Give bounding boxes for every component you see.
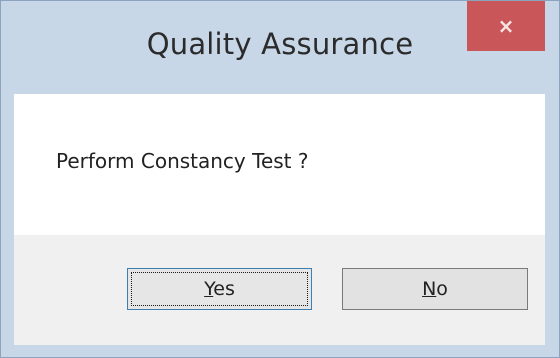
close-button[interactable]: ×: [467, 1, 545, 51]
yes-button[interactable]: Yes: [127, 268, 312, 310]
no-label-rest: o: [436, 278, 448, 300]
yes-label-rest: es: [213, 278, 235, 300]
no-button-label: No: [422, 278, 448, 300]
button-bar: Yes No: [14, 235, 545, 345]
no-button[interactable]: No: [342, 268, 528, 310]
dialog-content: Perform Constancy Test ?: [14, 94, 545, 235]
no-mnemonic: N: [422, 278, 437, 300]
dialog-message: Perform Constancy Test ?: [56, 149, 309, 173]
title-bar[interactable]: Quality Assurance ×: [1, 1, 559, 93]
dialog-window: Quality Assurance × Perform Constancy Te…: [0, 0, 560, 358]
close-icon: ×: [497, 14, 515, 38]
yes-button-label: Yes: [204, 278, 235, 300]
yes-mnemonic: Y: [204, 278, 214, 300]
